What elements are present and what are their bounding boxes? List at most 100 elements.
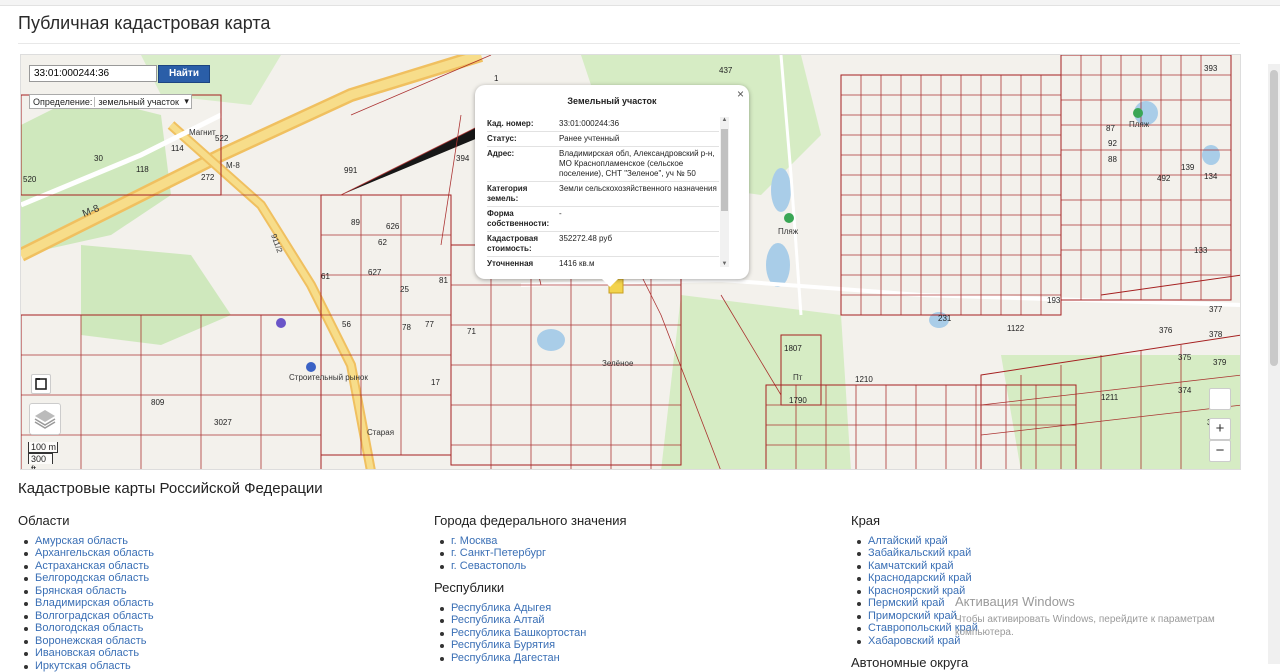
- list-item[interactable]: Амурская область: [24, 535, 154, 547]
- page-scroll-thumb[interactable]: [1270, 70, 1278, 366]
- svg-text:377: 377: [1209, 305, 1223, 314]
- svg-text:1807: 1807: [784, 344, 802, 353]
- list-item[interactable]: Камчатский край: [857, 560, 978, 572]
- svg-text:114: 114: [171, 144, 184, 153]
- popup-row-status: Статус: Ранее учтенный: [487, 132, 719, 147]
- svg-text:Старая: Старая: [367, 428, 394, 437]
- svg-text:139: 139: [1181, 163, 1195, 172]
- svg-text:374: 374: [1178, 386, 1192, 395]
- browser-top-strip: [0, 0, 1280, 6]
- svg-text:394: 394: [456, 154, 470, 163]
- regions-heading: Области: [18, 513, 70, 528]
- scale-metric: 100 m: [28, 442, 58, 453]
- list-item[interactable]: г. Севастополь: [439, 560, 546, 572]
- list-item[interactable]: Волгоградская область: [24, 610, 154, 622]
- svg-text:520: 520: [23, 175, 37, 184]
- popup-scroll-thumb[interactable]: [721, 129, 728, 211]
- svg-text:193: 193: [1047, 296, 1061, 305]
- list-item[interactable]: Воронежская область: [24, 635, 154, 647]
- list-item[interactable]: Брянская область: [24, 585, 154, 597]
- svg-text:492: 492: [1157, 174, 1171, 183]
- popup-pointer: [602, 279, 618, 287]
- fullscreen-button[interactable]: [31, 374, 51, 394]
- list-item[interactable]: Архангельская область: [24, 547, 154, 559]
- scroll-down-icon[interactable]: ▼: [720, 261, 729, 267]
- autonomous-heading: Автономные округа: [851, 655, 969, 670]
- zoom-out-button[interactable]: −: [1209, 440, 1231, 462]
- popup-row-area: Уточненная площадь:1416 кв.м: [487, 257, 719, 267]
- svg-text:437: 437: [719, 66, 733, 75]
- popup-row-ownership: Форма собственности: -: [487, 207, 719, 232]
- svg-text:118: 118: [136, 165, 149, 174]
- svg-text:1210: 1210: [855, 375, 873, 384]
- list-item[interactable]: Республика Бурятия: [439, 639, 586, 651]
- republics-heading: Республики: [434, 580, 505, 595]
- list-item[interactable]: Краснодарский край: [857, 572, 978, 584]
- svg-text:Зелёное: Зелёное: [602, 359, 634, 368]
- svg-text:809: 809: [151, 398, 165, 407]
- svg-text:Строительный рынок: Строительный рынок: [289, 373, 368, 382]
- definition-select[interactable]: земельный участок: [94, 96, 191, 107]
- svg-text:56: 56: [342, 320, 351, 329]
- svg-text:134: 134: [1204, 172, 1218, 181]
- svg-text:991: 991: [344, 166, 358, 175]
- svg-text:522: 522: [215, 134, 229, 143]
- list-item[interactable]: Республика Башкортостан: [439, 627, 586, 639]
- svg-text:379: 379: [1213, 358, 1227, 367]
- svg-text:1211: 1211: [1101, 393, 1119, 402]
- list-item[interactable]: Ивановская область: [24, 647, 154, 659]
- svg-text:375: 375: [1178, 353, 1192, 362]
- list-item[interactable]: Белгородская область: [24, 572, 154, 584]
- list-item[interactable]: г. Москва: [439, 535, 546, 547]
- list-item[interactable]: Забайкальский край: [857, 547, 978, 559]
- scale-imperial: 300 ft: [28, 453, 53, 469]
- republics-list: Республика Адыгея Республика Алтай Респу…: [434, 602, 586, 664]
- map-scale: 100 m 300 ft: [28, 442, 58, 469]
- regions-list: Амурская область Архангельская область А…: [18, 535, 154, 672]
- svg-text:81: 81: [439, 276, 448, 285]
- list-item[interactable]: г. Санкт-Петербург: [439, 547, 546, 559]
- svg-text:133: 133: [1194, 246, 1208, 255]
- svg-text:25: 25: [400, 285, 409, 294]
- popup-row-cad-number: Кад. номер: 33:01:000244:36: [487, 117, 719, 132]
- layers-icon: [34, 410, 56, 429]
- svg-text:627: 627: [368, 268, 382, 277]
- definition-selector[interactable]: Определение: земельный участок: [29, 94, 192, 109]
- svg-text:92: 92: [1108, 139, 1117, 148]
- popup-scrollbar[interactable]: ▲ ▼: [720, 117, 729, 267]
- svg-text:Магнит: Магнит: [189, 128, 216, 137]
- svg-text:62: 62: [378, 238, 387, 247]
- page-scrollbar[interactable]: [1268, 64, 1280, 664]
- svg-text:88: 88: [1108, 155, 1117, 164]
- page-title: Публичная кадастровая карта: [18, 13, 271, 33]
- scroll-up-icon[interactable]: ▲: [720, 117, 729, 123]
- list-item[interactable]: Иркутская область: [24, 660, 154, 672]
- find-button[interactable]: Найти: [158, 65, 210, 83]
- svg-text:Пляж: Пляж: [1129, 120, 1150, 129]
- svg-text:378: 378: [1209, 330, 1223, 339]
- svg-text:89: 89: [351, 218, 360, 227]
- svg-text:376: 376: [1159, 326, 1173, 335]
- list-item[interactable]: Владимирская область: [24, 597, 154, 609]
- svg-text:Пляж: Пляж: [778, 227, 799, 236]
- list-item[interactable]: Вологодская область: [24, 622, 154, 634]
- svg-text:272: 272: [201, 173, 215, 182]
- list-item[interactable]: Республика Адыгея: [439, 602, 586, 614]
- krais-heading: Края: [851, 513, 881, 528]
- list-item[interactable]: Республика Алтай: [439, 614, 586, 626]
- list-item[interactable]: Республика Дагестан: [439, 652, 586, 664]
- list-item[interactable]: Астраханская область: [24, 560, 154, 572]
- svg-text:71: 71: [467, 327, 476, 336]
- cadastral-number-input[interactable]: [29, 65, 157, 82]
- layers-button[interactable]: [29, 403, 61, 435]
- svg-text:1790: 1790: [789, 396, 807, 405]
- map-tool-button[interactable]: [1209, 388, 1231, 410]
- zoom-in-button[interactable]: +: [1209, 418, 1231, 440]
- list-item[interactable]: Алтайский край: [857, 535, 978, 547]
- svg-text:1: 1: [494, 74, 499, 83]
- windows-activation-watermark: Активация Windows Чтобы активировать Win…: [955, 594, 1215, 638]
- svg-text:17: 17: [431, 378, 440, 387]
- svg-text:231: 231: [938, 314, 952, 323]
- svg-text:626: 626: [386, 222, 400, 231]
- popup-title: Земельный участок: [567, 96, 657, 106]
